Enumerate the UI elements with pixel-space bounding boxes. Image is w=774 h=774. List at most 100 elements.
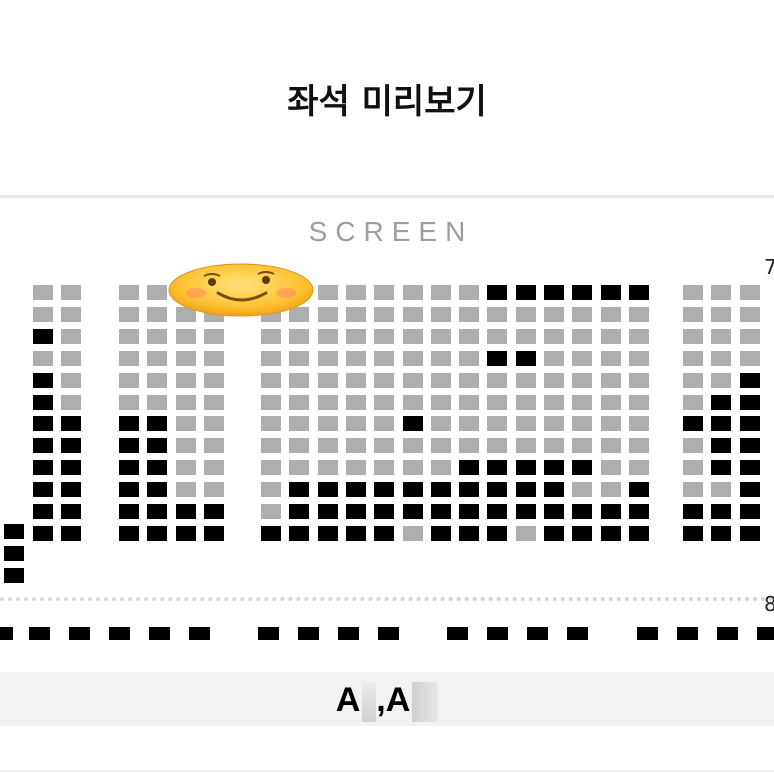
seat-available[interactable]	[402, 525, 423, 541]
seat-available[interactable]	[515, 372, 536, 388]
seat-available[interactable]	[600, 372, 621, 388]
seat-available[interactable]	[317, 306, 338, 322]
seat-available[interactable]	[289, 438, 310, 454]
seat-available[interactable]	[600, 438, 621, 454]
seat-available[interactable]	[628, 306, 649, 322]
seat-available[interactable]	[544, 328, 564, 344]
seat-available[interactable]	[683, 350, 703, 366]
seat-available[interactable]	[175, 438, 196, 454]
seat-available[interactable]	[203, 460, 224, 476]
seat-available[interactable]	[600, 350, 621, 366]
seat-available[interactable]	[289, 350, 310, 366]
seat-available[interactable]	[261, 482, 281, 498]
seat-available[interactable]	[289, 372, 310, 388]
seat-available[interactable]	[459, 394, 480, 410]
seat-available[interactable]	[683, 285, 703, 300]
seat-available[interactable]	[175, 460, 196, 476]
seat-available[interactable]	[487, 416, 508, 432]
seat-available[interactable]	[345, 328, 366, 344]
seat-available[interactable]	[345, 394, 366, 410]
seat-available[interactable]	[515, 394, 536, 410]
seat-available[interactable]	[261, 328, 281, 344]
seat-available[interactable]	[600, 416, 621, 432]
seat-available[interactable]	[544, 438, 564, 454]
seat-available[interactable]	[430, 285, 451, 300]
seat-available[interactable]	[600, 394, 621, 410]
seat-available[interactable]	[459, 438, 480, 454]
seat-available[interactable]	[544, 394, 564, 410]
seat-available[interactable]	[600, 482, 621, 498]
seat-available[interactable]	[203, 394, 224, 410]
seat-available[interactable]	[628, 438, 649, 454]
seat-available[interactable]	[147, 372, 168, 388]
seat-available[interactable]	[203, 482, 224, 498]
seat-available[interactable]	[61, 394, 82, 410]
seat-available[interactable]	[402, 460, 423, 476]
seat-available[interactable]	[600, 328, 621, 344]
seat-available[interactable]	[175, 394, 196, 410]
seat-available[interactable]	[402, 306, 423, 322]
seat-available[interactable]	[459, 306, 480, 322]
seat-available[interactable]	[203, 438, 224, 454]
seat-available[interactable]	[317, 416, 338, 432]
seat-available[interactable]	[487, 328, 508, 344]
seat-available[interactable]	[711, 306, 732, 322]
seat-available[interactable]	[374, 285, 395, 300]
seat-available[interactable]	[544, 350, 564, 366]
seat-available[interactable]	[628, 460, 649, 476]
seat-available[interactable]	[572, 394, 593, 410]
seat-available[interactable]	[203, 372, 224, 388]
seat-available[interactable]	[374, 328, 395, 344]
seat-available[interactable]	[147, 394, 168, 410]
seat-available[interactable]	[317, 438, 338, 454]
seat-available[interactable]	[33, 306, 53, 322]
seat-available[interactable]	[430, 438, 451, 454]
seat-available[interactable]	[683, 306, 703, 322]
seat-available[interactable]	[175, 372, 196, 388]
seat-available[interactable]	[119, 372, 139, 388]
seat-available[interactable]	[203, 328, 224, 344]
seat-available[interactable]	[683, 394, 703, 410]
seat-available[interactable]	[345, 372, 366, 388]
seat-available[interactable]	[515, 416, 536, 432]
seat-available[interactable]	[61, 285, 82, 300]
seat-available[interactable]	[544, 372, 564, 388]
seat-available[interactable]	[374, 350, 395, 366]
seat-available[interactable]	[683, 460, 703, 476]
seat-available[interactable]	[572, 416, 593, 432]
seat-available[interactable]	[317, 285, 338, 300]
seat-available[interactable]	[628, 328, 649, 344]
seat-available[interactable]	[572, 306, 593, 322]
seat-available[interactable]	[487, 394, 508, 410]
seat-available[interactable]	[374, 460, 395, 476]
seat-available[interactable]	[683, 482, 703, 498]
seat-available[interactable]	[430, 460, 451, 476]
seat-available[interactable]	[119, 306, 139, 322]
seat-available[interactable]	[683, 372, 703, 388]
seat-available[interactable]	[345, 306, 366, 322]
seat-available[interactable]	[600, 306, 621, 322]
seat-available[interactable]	[628, 350, 649, 366]
seat-available[interactable]	[374, 416, 395, 432]
seat-available[interactable]	[119, 285, 139, 300]
seat-available[interactable]	[261, 460, 281, 476]
seat-available[interactable]	[317, 372, 338, 388]
seat-available[interactable]	[515, 328, 536, 344]
seat-available[interactable]	[711, 328, 732, 344]
seat-available[interactable]	[600, 460, 621, 476]
seat-available[interactable]	[147, 285, 168, 300]
seat-available[interactable]	[261, 350, 281, 366]
seat-available[interactable]	[628, 394, 649, 410]
seat-available[interactable]	[33, 285, 53, 300]
seat-available[interactable]	[402, 285, 423, 300]
seat-available[interactable]	[515, 438, 536, 454]
seat-available[interactable]	[289, 394, 310, 410]
seat-available[interactable]	[430, 350, 451, 366]
seat-available[interactable]	[261, 504, 281, 519]
seat-available[interactable]	[711, 285, 732, 300]
seat-available[interactable]	[345, 460, 366, 476]
seat-available[interactable]	[61, 328, 82, 344]
seat-available[interactable]	[33, 350, 53, 366]
seat-available[interactable]	[430, 372, 451, 388]
seat-available[interactable]	[711, 372, 732, 388]
